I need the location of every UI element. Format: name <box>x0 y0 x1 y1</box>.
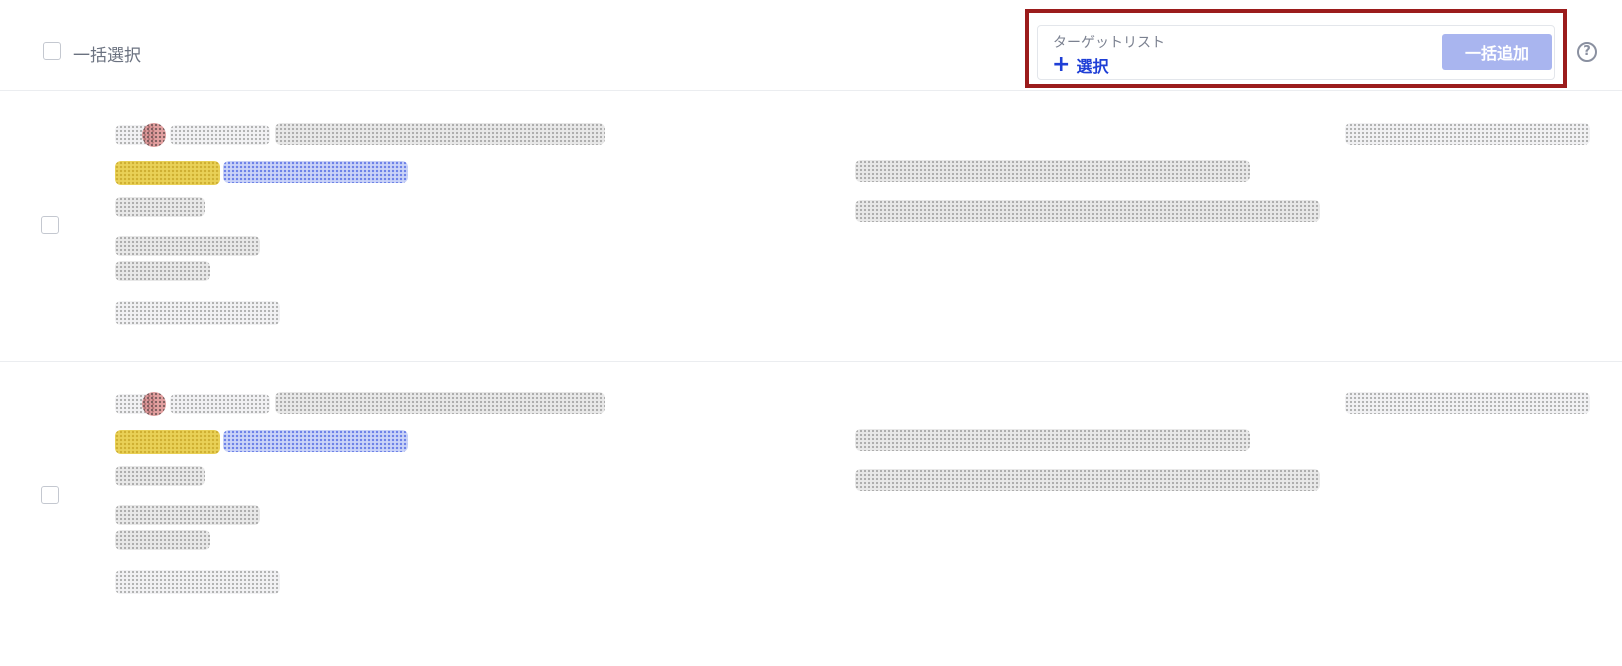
redacted-text <box>170 125 270 145</box>
bulk-select-label: 一括選択 <box>73 46 141 66</box>
target-list-field: ターゲットリスト + 選択 一括追加 <box>1037 25 1555 80</box>
redacted-text <box>115 197 205 217</box>
redacted-text <box>855 160 1250 182</box>
bulk-select-checkbox[interactable] <box>43 42 61 60</box>
redacted-badge <box>115 430 220 454</box>
redacted-text <box>855 469 1320 491</box>
redacted-tag[interactable] <box>223 430 408 452</box>
target-list-title: ターゲットリスト <box>1053 35 1165 51</box>
redacted-text <box>855 429 1250 451</box>
plus-icon: + <box>1052 52 1071 77</box>
redacted-text <box>115 261 210 281</box>
result-row <box>0 362 1622 630</box>
redacted-text <box>115 505 260 525</box>
bulk-add-button[interactable]: 一括追加 <box>1442 34 1552 70</box>
redacted-badge <box>115 161 220 185</box>
target-list-select-link[interactable]: + 選択 <box>1052 53 1108 77</box>
toolbar: 一括選択 ターゲットリスト + 選択 一括追加 ? <box>0 0 1622 91</box>
redacted-text <box>115 530 210 550</box>
target-list-select-label: 選択 <box>1076 57 1109 76</box>
redacted-text <box>1345 123 1590 145</box>
row-checkbox[interactable] <box>41 486 59 504</box>
redacted-title[interactable] <box>275 392 605 414</box>
redacted-text <box>115 301 280 325</box>
result-row <box>0 93 1622 362</box>
redacted-icon <box>142 392 166 416</box>
redacted-title[interactable] <box>275 123 605 145</box>
redacted-text <box>170 394 270 414</box>
redacted-text <box>115 236 260 256</box>
redacted-tag[interactable] <box>223 161 408 183</box>
redacted-text <box>115 570 280 594</box>
help-icon[interactable]: ? <box>1577 42 1597 62</box>
redacted-text <box>855 200 1320 222</box>
row-checkbox[interactable] <box>41 216 59 234</box>
redacted-icon <box>142 123 166 147</box>
redacted-text <box>1345 392 1590 414</box>
redacted-text <box>115 466 205 486</box>
